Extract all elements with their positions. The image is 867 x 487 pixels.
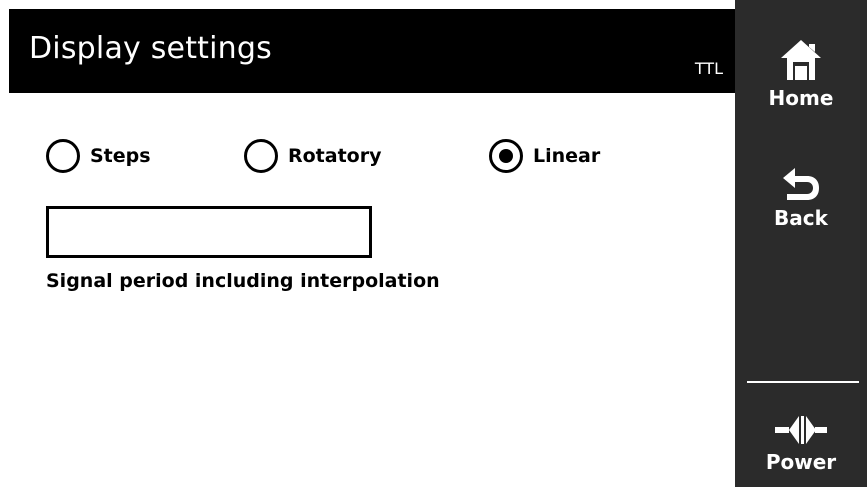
power-plug-icon bbox=[775, 416, 827, 444]
page-title: Display settings bbox=[29, 31, 272, 66]
radio-linear-circle[interactable] bbox=[489, 139, 523, 173]
radio-steps-circle[interactable] bbox=[46, 139, 80, 173]
main-area: Display settings TTL Steps Rotatory Line… bbox=[0, 0, 735, 487]
display-mode-radio-group: Steps Rotatory Linear bbox=[46, 136, 726, 176]
signal-period-input[interactable] bbox=[46, 206, 372, 258]
header-bar: Display settings TTL bbox=[9, 9, 735, 93]
sidebar-divider bbox=[747, 381, 859, 383]
sidebar: Home Back Power bbox=[735, 0, 867, 487]
signal-period-caption: Signal period including interpolation bbox=[46, 270, 440, 292]
home-button[interactable]: Home bbox=[735, 36, 867, 110]
power-button[interactable]: Power bbox=[735, 412, 867, 474]
radio-steps-label[interactable]: Steps bbox=[90, 145, 151, 167]
home-label: Home bbox=[768, 86, 834, 110]
radio-rotatory[interactable]: Rotatory bbox=[244, 136, 381, 176]
power-label: Power bbox=[765, 450, 837, 474]
top-strip bbox=[0, 0, 735, 9]
back-button[interactable]: Back bbox=[735, 164, 867, 230]
signal-type-indicator: TTL bbox=[694, 59, 723, 78]
back-arrow-icon bbox=[783, 168, 819, 200]
back-label: Back bbox=[774, 206, 828, 230]
radio-linear-label[interactable]: Linear bbox=[533, 145, 600, 167]
radio-rotatory-circle[interactable] bbox=[244, 139, 278, 173]
house-icon bbox=[781, 40, 821, 80]
radio-steps[interactable]: Steps bbox=[46, 136, 151, 176]
radio-rotatory-label[interactable]: Rotatory bbox=[288, 145, 381, 167]
radio-linear[interactable]: Linear bbox=[489, 136, 600, 176]
